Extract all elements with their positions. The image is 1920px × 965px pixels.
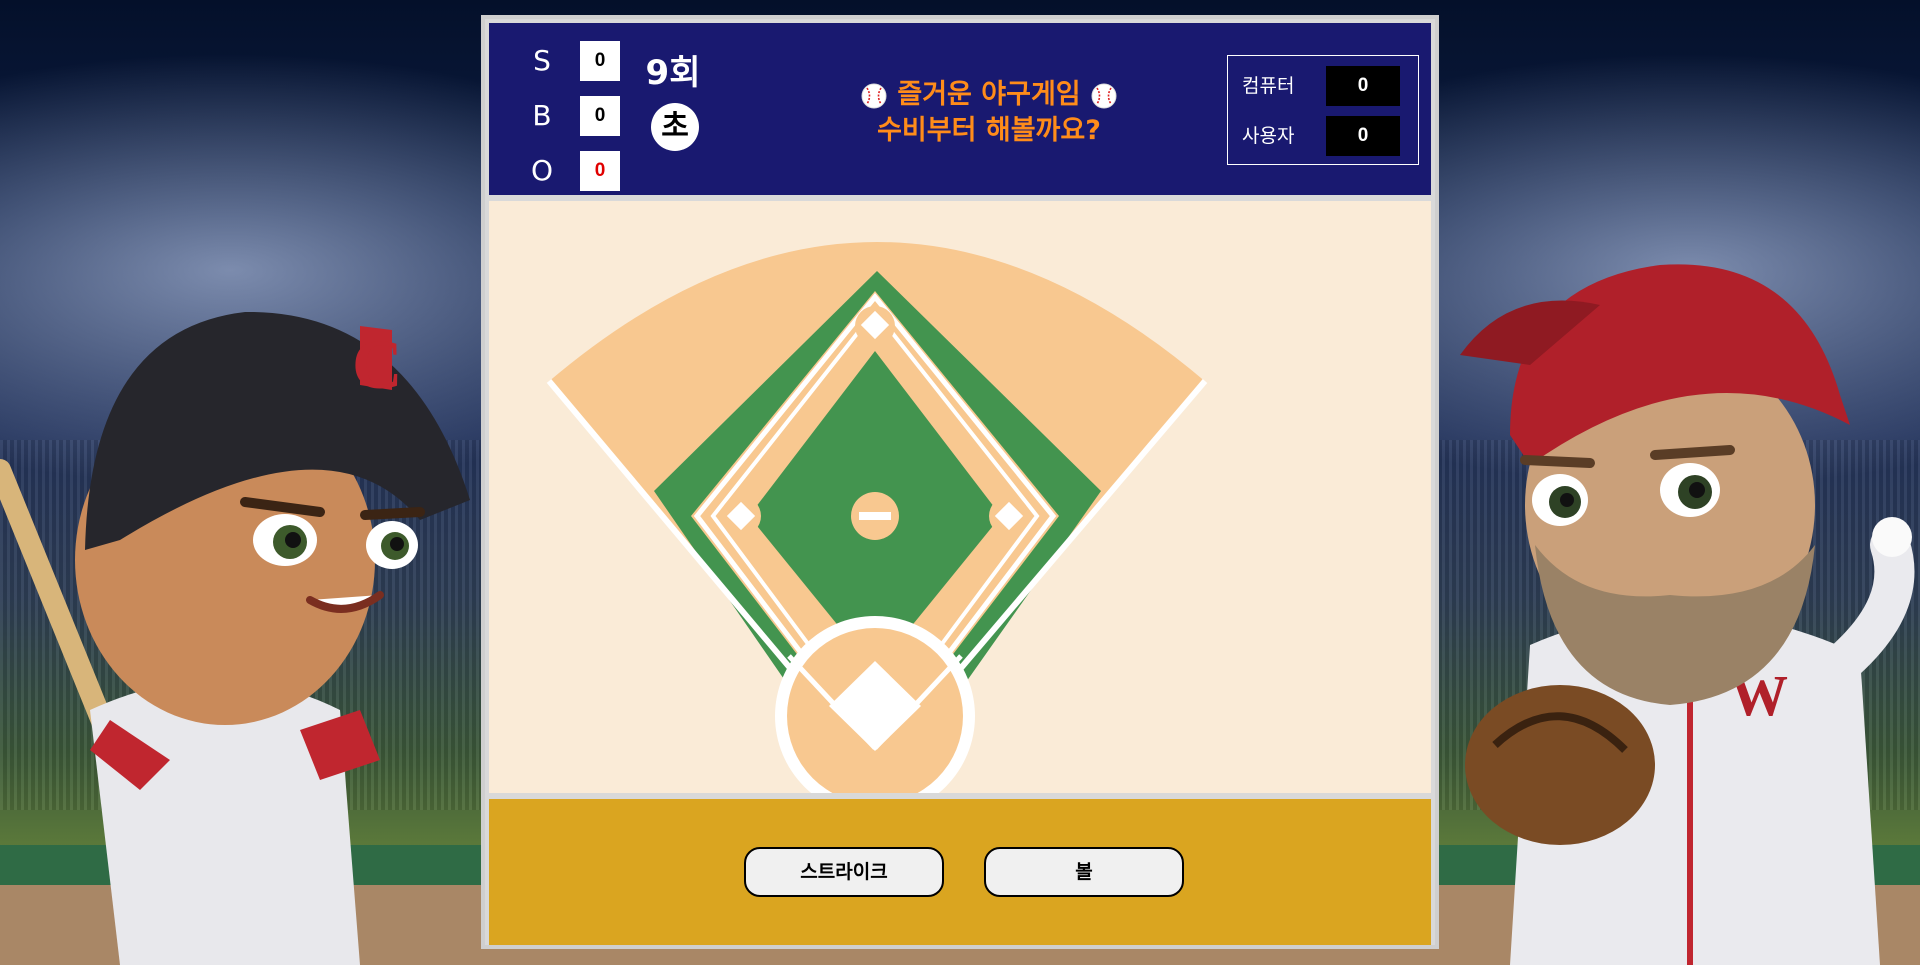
batter-character-left: C <box>0 311 470 965</box>
user-score-row: 사용자 0 <box>1242 116 1412 156</box>
strike-button[interactable]: 스트라이크 <box>744 847 944 897</box>
game-subtitle: 수비부터 해볼까요? <box>877 115 1101 146</box>
user-label: 사용자 <box>1242 125 1295 147</box>
baseball-icon <box>861 83 887 108</box>
out-label: O <box>530 154 554 187</box>
strike-label: S <box>533 44 551 77</box>
baseball-icon <box>1091 83 1117 108</box>
computer-score-row: 컴퓨터 0 <box>1242 66 1412 106</box>
pitcher-character-right: W <box>1460 264 1915 965</box>
ball-button[interactable]: 볼 <box>984 847 1184 897</box>
title-line1: 즐거운 야구게임 <box>897 79 1081 110</box>
controls-panel: 스트라이크 볼 <box>489 799 1431 945</box>
score-panel: 컴퓨터 0 사용자 0 <box>1227 55 1419 165</box>
strike-count: S 0 <box>527 41 647 81</box>
user-score: 0 <box>1326 116 1400 156</box>
out-count: O 0 <box>527 151 647 191</box>
scoreboard: S 0 B 0 O 0 9회 초 즐거운 야구게임 수비부터 해볼까요? 컴퓨터… <box>489 23 1431 195</box>
out-value: 0 <box>580 151 620 191</box>
computer-label: 컴퓨터 <box>1242 75 1295 97</box>
strike-value: 0 <box>580 41 620 81</box>
inning-number: 9회 <box>645 53 701 93</box>
computer-score: 0 <box>1326 66 1400 106</box>
game-frame: S 0 B 0 O 0 9회 초 즐거운 야구게임 수비부터 해볼까요? 컴퓨터… <box>481 15 1439 949</box>
ball-label: B <box>532 99 552 132</box>
svg-text:C: C <box>352 327 403 404</box>
pitchers-rubber <box>859 512 891 520</box>
ball-count: B 0 <box>527 96 647 136</box>
field-diagram <box>546 242 1208 793</box>
inning-half-badge: 초 <box>651 103 699 151</box>
baseball-field <box>489 201 1431 793</box>
game-title: 즐거운 야구게임 <box>789 77 1189 113</box>
ball-value: 0 <box>580 96 620 136</box>
